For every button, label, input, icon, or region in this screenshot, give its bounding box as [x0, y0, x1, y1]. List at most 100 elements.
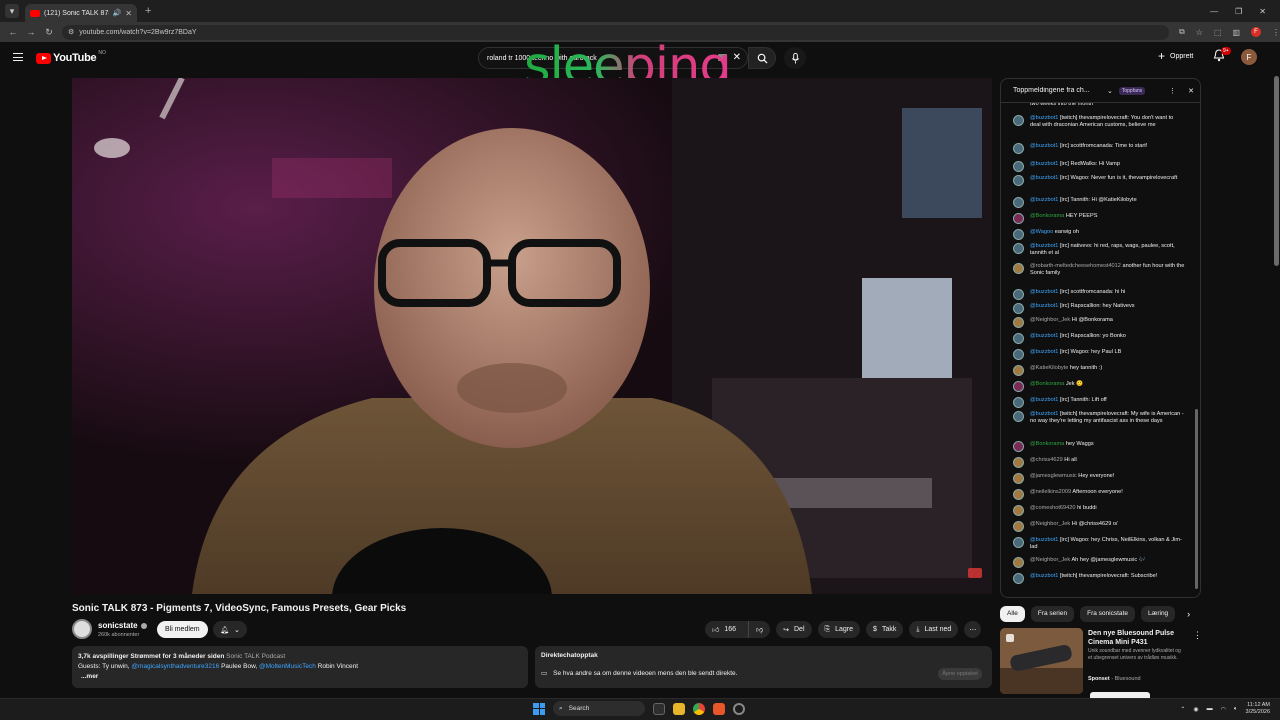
profile-icon[interactable]: F: [1251, 27, 1261, 37]
share-button[interactable]: ↪ Del: [776, 621, 812, 638]
chat-message[interactable]: @buzzbot1 [twitch] thevampirelovecraft: …: [1013, 115, 1185, 130]
chat-author-name[interactable]: @Neighbor_Jek: [1030, 557, 1070, 563]
side-panel-icon[interactable]: ▥: [1232, 28, 1240, 37]
chat-author-name[interactable]: @buzzbot1: [1030, 161, 1058, 167]
tab-audio-icon[interactable]: 🔊: [113, 9, 122, 17]
like-button[interactable]: 👍︎ 166: [705, 621, 743, 638]
filter-chip[interactable]: Fra serien: [1030, 606, 1075, 622]
thanks-button[interactable]: $ Takk: [866, 621, 904, 638]
chat-author-name[interactable]: @buzzbot1: [1030, 175, 1058, 181]
channel-name[interactable]: sonicstate: [98, 621, 147, 630]
channel-avatar[interactable]: [72, 619, 92, 639]
chat-author-avatar[interactable]: [1013, 143, 1024, 154]
chat-message[interactable]: @buzzbot1 [irc] Tannith: Lift off: [1013, 397, 1185, 408]
chat-author-name[interactable]: @buzzbot1: [1030, 289, 1058, 295]
chat-message[interactable]: @Bonkorama HEY PEEPS: [1013, 213, 1185, 224]
chat-author-avatar[interactable]: [1013, 161, 1024, 172]
chat-message[interactable]: two weeks into the month: [1013, 103, 1185, 112]
chat-author-name[interactable]: @Bonkorama: [1030, 441, 1064, 447]
subscription-bell-button[interactable]: 🔔︎ ⌄: [213, 621, 247, 638]
chat-author-name[interactable]: @buzzbot1: [1030, 573, 1058, 579]
chat-author-avatar[interactable]: [1013, 317, 1024, 328]
chat-message[interactable]: @buzzbot1 [irc] scottfromcanada: hi hi: [1013, 289, 1185, 300]
task-view-icon[interactable]: [653, 702, 665, 715]
save-button[interactable]: ⎘ Lagre: [817, 621, 861, 638]
chat-author-avatar[interactable]: [1013, 229, 1024, 240]
chat-message[interactable]: @buzzbot1 [irc] Tannith: Hi @KatieKiloby…: [1013, 197, 1185, 208]
chat-author-avatar[interactable]: [1013, 303, 1024, 314]
chat-message[interactable]: @buzzbot1 [irc] Rapscallion: hey Nativev…: [1013, 303, 1185, 314]
tab-close-icon[interactable]: ✕: [125, 9, 132, 18]
chat-message[interactable]: @buzzbot1 [irc] Wagoo: hey Chriss, NeilE…: [1013, 537, 1185, 552]
browser-menu-icon[interactable]: ⋮: [1272, 28, 1280, 37]
chat-author-name[interactable]: @jamesglewmusic: [1030, 473, 1077, 479]
chat-message[interactable]: @Bonkorama Jek 🙂: [1013, 381, 1185, 392]
join-button[interactable]: Bli medlem: [157, 621, 208, 638]
chat-message[interactable]: @Wagoo earwig oh: [1013, 229, 1185, 240]
chat-message[interactable]: @Bonkorama hey Waggs: [1013, 441, 1185, 452]
file-explorer-icon[interactable]: [673, 702, 685, 715]
maximize-icon[interactable]: ❐: [1235, 7, 1242, 16]
chat-author-name[interactable]: @buzzbot1: [1030, 197, 1058, 203]
chat-author-avatar[interactable]: [1013, 557, 1024, 568]
dislike-button[interactable]: 👎︎: [748, 621, 770, 638]
browser-tab[interactable]: (121) Sonic TALK 873 - Pig 🔊 ✕: [25, 4, 137, 22]
chat-message[interactable]: @neilelkins2009 Afternoon everyone!: [1013, 489, 1185, 500]
chat-author-avatar[interactable]: [1013, 175, 1024, 186]
chat-message[interactable]: @buzzbot1 [irc] Wagoo: hey Paul LB: [1013, 349, 1185, 360]
chat-author-name[interactable]: @Bonkorama: [1030, 213, 1064, 219]
chat-author-avatar[interactable]: [1013, 521, 1024, 532]
new-tab-button[interactable]: +: [145, 5, 151, 17]
chat-author-avatar[interactable]: [1013, 197, 1024, 208]
chat-author-name[interactable]: @buzzbot1: [1030, 115, 1058, 121]
chat-author-avatar[interactable]: [1013, 289, 1024, 300]
chat-author-avatar[interactable]: [1013, 397, 1024, 408]
windows-start-icon[interactable]: [533, 702, 545, 715]
chat-author-name[interactable]: @KatieKilobyte: [1030, 365, 1068, 371]
download-button[interactable]: ⤓ Last ned: [909, 621, 959, 638]
tab-search-button[interactable]: ▾: [5, 4, 19, 18]
filter-chip[interactable]: Læring: [1140, 606, 1176, 622]
description-box[interactable]: 3,7k avspillinger Strømmet for 3 måneder…: [72, 646, 528, 688]
recommendation-title[interactable]: Den nye Bluesound Pulse Cinema Mini P431: [1088, 629, 1188, 647]
taskbar-search[interactable]: ⌕ Search: [553, 701, 645, 716]
chat-message[interactable]: @KatieKilobyte hey tannith :): [1013, 365, 1185, 376]
chat-author-avatar[interactable]: [1013, 411, 1024, 422]
chat-author-name[interactable]: @Neighbor_Jek: [1030, 317, 1070, 323]
chat-message[interactable]: @Neighbor_Jek Hi @chriss4629 o/: [1013, 521, 1185, 532]
chat-author-name[interactable]: @comeshot69420: [1030, 505, 1076, 511]
recommendation-more-icon[interactable]: ⋮: [1193, 630, 1202, 641]
chat-author-name[interactable]: @buzzbot1: [1030, 243, 1058, 249]
account-avatar[interactable]: F: [1241, 49, 1257, 65]
description-series[interactable]: Sonic TALK Podcast: [226, 653, 285, 660]
page-scrollbar[interactable]: [1274, 76, 1279, 266]
tray-chevron-icon[interactable]: ⌃: [1180, 706, 1185, 713]
close-window-icon[interactable]: ✕: [1259, 7, 1266, 16]
chat-author-name[interactable]: @buzzbot1: [1030, 397, 1058, 403]
chat-author-avatar[interactable]: [1013, 505, 1024, 516]
chat-author-name[interactable]: @neilelkins2009: [1030, 489, 1071, 495]
chat-author-avatar[interactable]: [1013, 115, 1024, 126]
description-more[interactable]: ...mer: [78, 672, 522, 682]
chat-message[interactable]: @Neighbor_Jek Ah hey @jamesglewmusic 🎶: [1013, 557, 1185, 568]
install-app-icon[interactable]: ⧉: [1179, 27, 1185, 37]
recommendation-thumbnail[interactable]: [1000, 628, 1083, 694]
create-button[interactable]: + Opprett: [1158, 50, 1193, 62]
chat-author-name[interactable]: @buzzbot1: [1030, 411, 1058, 417]
tray-language-icon[interactable]: ▬: [1207, 706, 1213, 712]
open-replay-button[interactable]: Åpne opptaket: [938, 668, 982, 680]
chat-author-name[interactable]: @buzzbot1: [1030, 303, 1058, 309]
guest-link-2[interactable]: @MoltenMusicTech: [259, 663, 316, 670]
chat-author-name[interactable]: @Neighbor_Jek: [1030, 521, 1070, 527]
chat-author-avatar[interactable]: [1013, 537, 1024, 548]
chat-author-name[interactable]: @buzzbot1: [1030, 349, 1058, 355]
chat-more-icon[interactable]: ⋮: [1169, 87, 1176, 95]
chat-scrollbar[interactable]: [1195, 409, 1198, 589]
chat-author-avatar[interactable]: [1013, 349, 1024, 360]
chat-message[interactable]: @buzzbot1 [irc] nativevs: hi red, raps, …: [1013, 243, 1185, 258]
chat-author-avatar[interactable]: [1013, 489, 1024, 500]
minimize-icon[interactable]: —: [1210, 7, 1218, 16]
notifications-button[interactable]: 9+: [1213, 47, 1231, 65]
guide-menu-icon[interactable]: [13, 53, 23, 61]
chat-message[interactable]: @buzzbot1 [twitch] thevampirelovecraft: …: [1013, 573, 1185, 584]
